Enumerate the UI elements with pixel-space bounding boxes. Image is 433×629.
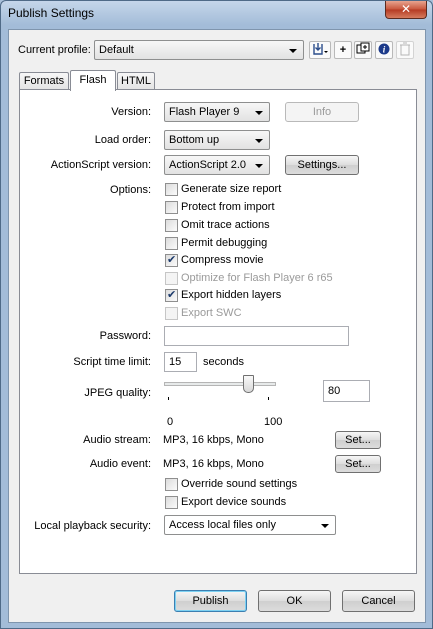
title-bar[interactable]: Publish Settings ✕ xyxy=(1,1,432,27)
audio-event-label: Audio event: xyxy=(89,458,151,470)
actionscript-settings-button[interactable]: Settings... xyxy=(285,155,359,175)
local-playback-security-dropdown[interactable]: Access local files only xyxy=(164,515,336,535)
info-icon[interactable]: i xyxy=(375,41,393,59)
chevron-down-icon xyxy=(289,49,297,53)
audio-event-set-button[interactable]: Set... xyxy=(335,455,381,473)
publish-settings-window: Publish Settings ✕ Current profile: Defa… xyxy=(0,0,433,629)
close-button[interactable]: ✕ xyxy=(385,1,427,19)
password-input[interactable] xyxy=(165,327,348,345)
script-time-limit-input[interactable] xyxy=(165,353,196,371)
chevron-down-icon xyxy=(321,524,329,528)
ok-button[interactable]: OK xyxy=(258,590,331,612)
audio-stream-set-button[interactable]: Set... xyxy=(335,431,381,449)
actionscript-version-dropdown[interactable]: ActionScript 2.0 xyxy=(164,155,270,175)
jpeg-max-label: 100 xyxy=(264,416,283,428)
optimize-flash-player-6-label: Optimize for Flash Player 6 r65 xyxy=(181,272,333,284)
load-order-dropdown[interactable]: Bottom up xyxy=(164,130,270,150)
audio-stream-label: Audio stream: xyxy=(83,434,151,446)
override-sound-settings-checkbox[interactable] xyxy=(165,478,178,491)
import-export-icon[interactable] xyxy=(309,41,331,59)
compress-movie-checkbox[interactable] xyxy=(165,253,178,267)
slider-tick-min xyxy=(168,397,169,400)
options-label: Options: xyxy=(110,184,151,196)
dialog-body: Current profile: Default + i Formats Fla… xyxy=(8,29,426,623)
compress-movie-label: Compress movie xyxy=(181,254,264,266)
tab-formats[interactable]: Formats xyxy=(19,72,69,90)
export-swc-checkbox[interactable] xyxy=(165,307,178,320)
omit-trace-actions-label: Omit trace actions xyxy=(181,219,270,231)
info-button[interactable]: Info xyxy=(285,102,359,122)
optimize-flash-player-6-checkbox[interactable] xyxy=(165,272,178,285)
password-field[interactable] xyxy=(164,326,349,346)
actionscript-version-label: ActionScript version: xyxy=(50,159,151,171)
slider-tick-max xyxy=(268,397,269,400)
duplicate-profile-icon[interactable] xyxy=(354,41,372,59)
local-playback-security-value: Access local files only xyxy=(169,519,276,531)
audio-stream-value: MP3, 16 kbps, Mono xyxy=(163,434,264,446)
jpeg-min-label: 0 xyxy=(167,416,174,428)
local-playback-security-label: Local playback security: xyxy=(34,520,151,532)
jpeg-quality-field[interactable] xyxy=(323,380,370,402)
publish-button[interactable]: Publish xyxy=(174,590,247,612)
seconds-unit-label: seconds xyxy=(203,356,244,368)
script-time-limit-field[interactable] xyxy=(164,352,197,372)
password-label: Password: xyxy=(99,330,151,342)
version-value: Flash Player 9 xyxy=(169,106,240,118)
slider-track xyxy=(164,382,276,386)
omit-trace-actions-checkbox[interactable] xyxy=(165,219,178,232)
script-time-limit-label: Script time limit: xyxy=(73,356,151,368)
export-device-sounds-checkbox[interactable] xyxy=(165,496,178,509)
permit-debugging-checkbox[interactable] xyxy=(165,237,178,250)
delete-icon[interactable] xyxy=(396,41,414,59)
cancel-button[interactable]: Cancel xyxy=(342,590,415,612)
profile-value: Default xyxy=(99,44,134,56)
chevron-down-icon xyxy=(255,139,263,143)
slider-thumb[interactable] xyxy=(243,375,254,393)
jpeg-quality-label: JPEG quality: xyxy=(84,387,151,399)
chevron-down-icon xyxy=(255,164,263,168)
profile-dropdown[interactable]: Default xyxy=(94,40,304,60)
add-profile-icon[interactable]: + xyxy=(334,41,352,59)
override-sound-settings-label: Override sound settings xyxy=(181,478,298,490)
export-hidden-layers-label: Export hidden layers xyxy=(181,289,282,301)
flash-tab-panel: Version: Flash Player 9 Info Load order:… xyxy=(19,89,417,574)
jpeg-quality-slider[interactable] xyxy=(164,375,276,415)
version-dropdown[interactable]: Flash Player 9 xyxy=(164,102,270,122)
export-swc-label: Export SWC xyxy=(181,307,242,319)
window-title: Publish Settings xyxy=(8,6,95,20)
chevron-down-icon xyxy=(255,111,263,115)
tab-html[interactable]: HTML xyxy=(117,72,155,90)
jpeg-quality-input[interactable] xyxy=(324,381,369,401)
current-profile-label: Current profile: xyxy=(18,44,91,56)
generate-size-report-label: Generate size report xyxy=(181,183,282,195)
permit-debugging-label: Permit debugging xyxy=(181,237,268,249)
load-order-label: Load order: xyxy=(94,134,151,146)
tab-flash[interactable]: Flash xyxy=(70,70,116,91)
audio-event-value: MP3, 16 kbps, Mono xyxy=(163,458,264,470)
protect-from-import-label: Protect from import xyxy=(181,201,275,213)
load-order-value: Bottom up xyxy=(169,134,220,146)
generate-size-report-checkbox[interactable] xyxy=(165,183,178,196)
actionscript-version-value: ActionScript 2.0 xyxy=(169,159,247,171)
export-hidden-layers-checkbox[interactable] xyxy=(165,288,178,302)
protect-from-import-checkbox[interactable] xyxy=(165,201,178,214)
export-device-sounds-label: Export device sounds xyxy=(181,496,287,508)
version-label: Version: xyxy=(111,106,151,118)
